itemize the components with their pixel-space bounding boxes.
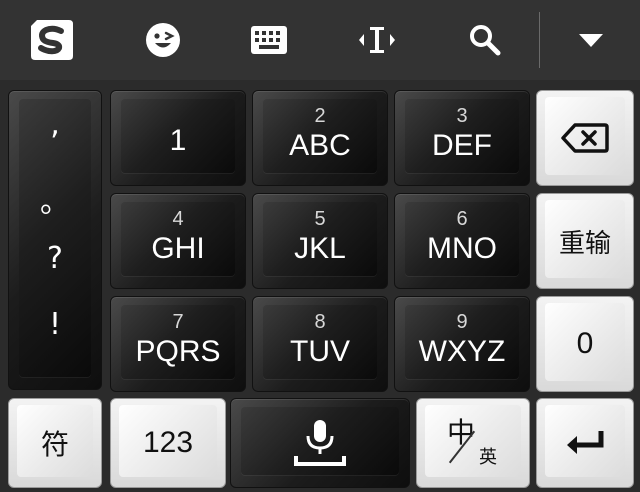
key-comma[interactable]: , [9,107,101,142]
keyboard-toolbar [0,0,640,80]
key-2-abc[interactable]: 2 ABC [252,90,388,186]
enter-icon [537,399,633,487]
backspace-icon [537,91,633,185]
collapse-icon[interactable] [566,0,616,80]
key-question[interactable]: ? [9,241,101,276]
key-1[interactable]: 1 [110,90,246,186]
symbols-key[interactable]: 符 [8,398,102,488]
key-0[interactable]: 0 [536,296,634,392]
microphone-icon [231,399,409,487]
key-6-mno[interactable]: 6 MNO [394,193,530,289]
backspace-key[interactable] [536,90,634,186]
key-7-letters: PQRS [135,335,221,368]
punctuation-column[interactable]: , 。 ? ! [8,90,102,390]
key-5-letters: JKL [294,232,346,265]
key-3-letters: DEF [432,129,492,162]
numeric-key[interactable]: 123 [110,398,226,488]
enter-key[interactable] [536,398,634,488]
keyboard-icon[interactable] [244,0,294,80]
toolbar-divider [539,12,540,68]
key-4-letters: GHI [151,232,205,265]
sogou-logo-icon[interactable] [22,0,82,80]
key-5-jkl[interactable]: 5 JKL [252,193,388,289]
key-6-letters: MNO [427,232,497,265]
key-1-label: 1 [169,124,187,157]
chinese-english-toggle-key[interactable]: 中 英 [416,398,530,488]
key-2-letters: ABC [289,129,351,162]
key-8-number: 8 [314,311,326,333]
key-8-tuv[interactable]: 8 TUV [252,296,388,392]
key-exclamation[interactable]: ! [9,307,101,342]
key-3-number: 3 [456,105,468,127]
key-9-wxyz[interactable]: 9 WXYZ [394,296,530,392]
symbols-label: 符 [40,428,69,461]
numeric-label: 123 [142,426,194,459]
key-4-ghi[interactable]: 4 GHI [110,193,246,289]
key-period[interactable]: 。 [9,177,101,221]
key-7-pqrs[interactable]: 7 PQRS [110,296,246,392]
reinput-label: 重输 [558,228,611,259]
key-0-label: 0 [576,327,594,360]
key-3-def[interactable]: 3 DEF [394,90,530,186]
search-icon[interactable] [460,0,510,80]
english-label: 英 [479,447,497,468]
key-9-letters: WXYZ [418,335,506,368]
key-5-number: 5 [314,208,326,230]
key-6-number: 6 [456,208,468,230]
key-9-number: 9 [456,311,468,333]
cursor-move-icon[interactable] [352,0,402,80]
key-7-number: 7 [172,311,184,333]
key-2-number: 2 [314,105,326,127]
space-voice-key[interactable] [230,398,410,488]
key-4-number: 4 [172,208,184,230]
key-8-letters: TUV [290,335,350,368]
reinput-key[interactable]: 重输 [536,193,634,289]
emoji-icon[interactable] [138,0,188,80]
